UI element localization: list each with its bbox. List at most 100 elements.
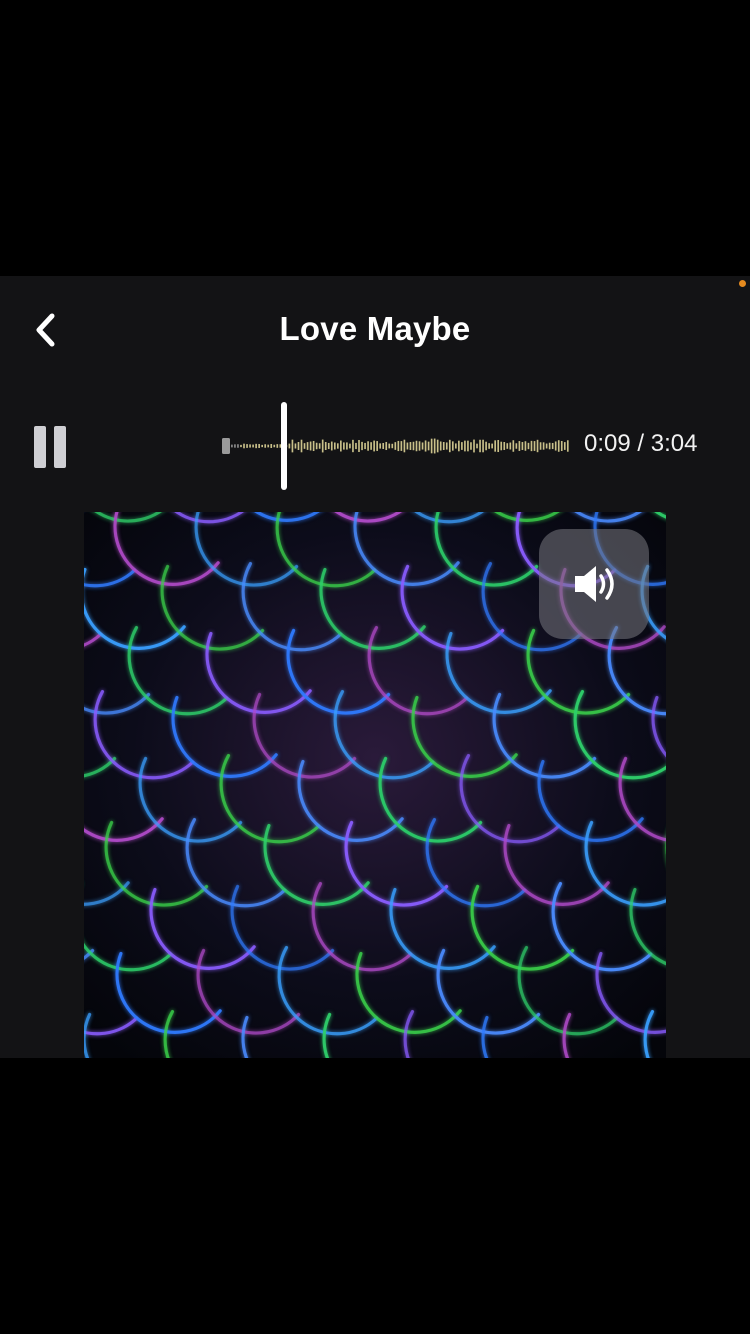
waveform-bar xyxy=(560,440,563,452)
waveform-bar xyxy=(415,440,418,452)
waveform-bar xyxy=(521,442,524,450)
letterbox-top xyxy=(0,0,750,276)
waveform-bar xyxy=(364,442,366,450)
waveform-bar xyxy=(509,442,512,450)
waveform-bar xyxy=(518,441,521,451)
waveform-bar xyxy=(382,442,385,449)
waveform-bar xyxy=(442,442,445,450)
letterbox-bottom xyxy=(0,1058,750,1334)
waveform-bar xyxy=(330,441,333,451)
waveform-bar xyxy=(551,442,554,450)
waveform-bar xyxy=(545,443,548,449)
waveform-bar xyxy=(388,443,391,449)
waveform-bar xyxy=(470,442,472,450)
waveform-bar xyxy=(297,442,300,450)
waveform-bar xyxy=(340,440,342,452)
waveform-bar xyxy=(497,439,500,453)
waveform-bar xyxy=(255,443,257,449)
waveform-bar xyxy=(539,442,542,450)
waveform-start-handle xyxy=(222,438,230,454)
waveform-bar xyxy=(333,442,336,450)
waveform-bar xyxy=(237,444,239,448)
waveform-bar xyxy=(427,441,430,451)
waveform-bar xyxy=(506,443,509,449)
waveform-bar xyxy=(566,440,569,452)
waveform-bar xyxy=(436,439,439,453)
waveform-bar xyxy=(370,442,372,450)
volume-button[interactable] xyxy=(539,529,649,639)
speaker-volume-icon xyxy=(575,566,614,602)
waveform-bar xyxy=(373,440,375,452)
waveform-bar xyxy=(512,440,515,452)
waveform-bar xyxy=(500,441,503,451)
waveform-bar xyxy=(476,443,478,449)
waveform-bar xyxy=(527,442,530,450)
waveform-bar xyxy=(294,443,297,449)
pause-button[interactable] xyxy=(28,422,72,472)
waveform-bar xyxy=(258,444,260,448)
recording-indicator-dot xyxy=(739,280,746,287)
waveform-bar xyxy=(397,440,400,452)
waveform-bar xyxy=(321,439,324,453)
waveform-bar xyxy=(355,442,357,450)
waveform-bar xyxy=(455,443,457,449)
waveform-bar xyxy=(563,442,566,450)
waveform-bar xyxy=(270,443,273,449)
waveform-bar xyxy=(246,444,248,448)
audio-waveform-scrubber[interactable] xyxy=(222,426,570,466)
waveform-bar xyxy=(530,440,533,452)
waveform-bar xyxy=(394,442,397,450)
waveform-bar xyxy=(352,439,354,453)
waveform-bar xyxy=(409,442,412,450)
waveform-bar xyxy=(300,439,303,453)
waveform-bar xyxy=(548,442,551,450)
waveform-bar xyxy=(324,441,327,450)
waveform-bar xyxy=(391,443,394,449)
waveform-bar xyxy=(451,441,454,451)
waveform-bar xyxy=(385,441,388,451)
waveform-bar xyxy=(303,443,306,449)
waveform-bar xyxy=(309,441,312,451)
waveform-bar xyxy=(557,440,560,452)
pause-icon-bar-right xyxy=(54,426,66,468)
waveform-bar xyxy=(249,444,251,448)
waveform-bar xyxy=(367,441,369,451)
waveform-bar xyxy=(485,441,487,451)
waveform-bar xyxy=(418,441,421,451)
waveform-bar xyxy=(240,444,242,448)
waveform-bar xyxy=(482,439,484,453)
waveform-bar xyxy=(361,441,363,451)
waveform-bar xyxy=(231,444,233,448)
waveform-bar xyxy=(273,444,276,448)
waveform-bar xyxy=(264,444,267,448)
waveform-bar xyxy=(494,440,497,452)
waveform-bar xyxy=(267,444,270,448)
waveform-bar xyxy=(327,442,330,450)
waveform-bar xyxy=(261,444,263,448)
waveform-bar xyxy=(503,442,506,450)
playhead[interactable] xyxy=(278,402,290,492)
waveform-bar xyxy=(479,439,481,453)
waveform-bar xyxy=(315,442,318,450)
waveform-bar xyxy=(336,443,339,449)
waveform-bar xyxy=(343,442,345,450)
waveform-bar xyxy=(524,441,527,451)
waveform-bar xyxy=(349,443,351,449)
waveform-bar xyxy=(458,440,460,452)
waveform-bar xyxy=(448,439,451,453)
waveform-bar xyxy=(515,443,518,449)
waveform-bar xyxy=(376,441,378,451)
page-title: Love Maybe xyxy=(279,310,471,347)
waveform-bar xyxy=(439,441,442,451)
waveform-bar xyxy=(379,443,382,449)
waveform-bar xyxy=(412,441,415,451)
waveform-bar xyxy=(467,440,469,452)
waveform-bar xyxy=(461,442,463,450)
waveform-bar xyxy=(346,442,348,450)
waveform-bar xyxy=(312,440,315,452)
waveform-bar xyxy=(445,442,448,450)
waveform-bar xyxy=(252,444,254,448)
waveform-bar xyxy=(464,440,466,452)
waveform-bar xyxy=(358,440,360,452)
waveform-bar xyxy=(533,441,536,451)
